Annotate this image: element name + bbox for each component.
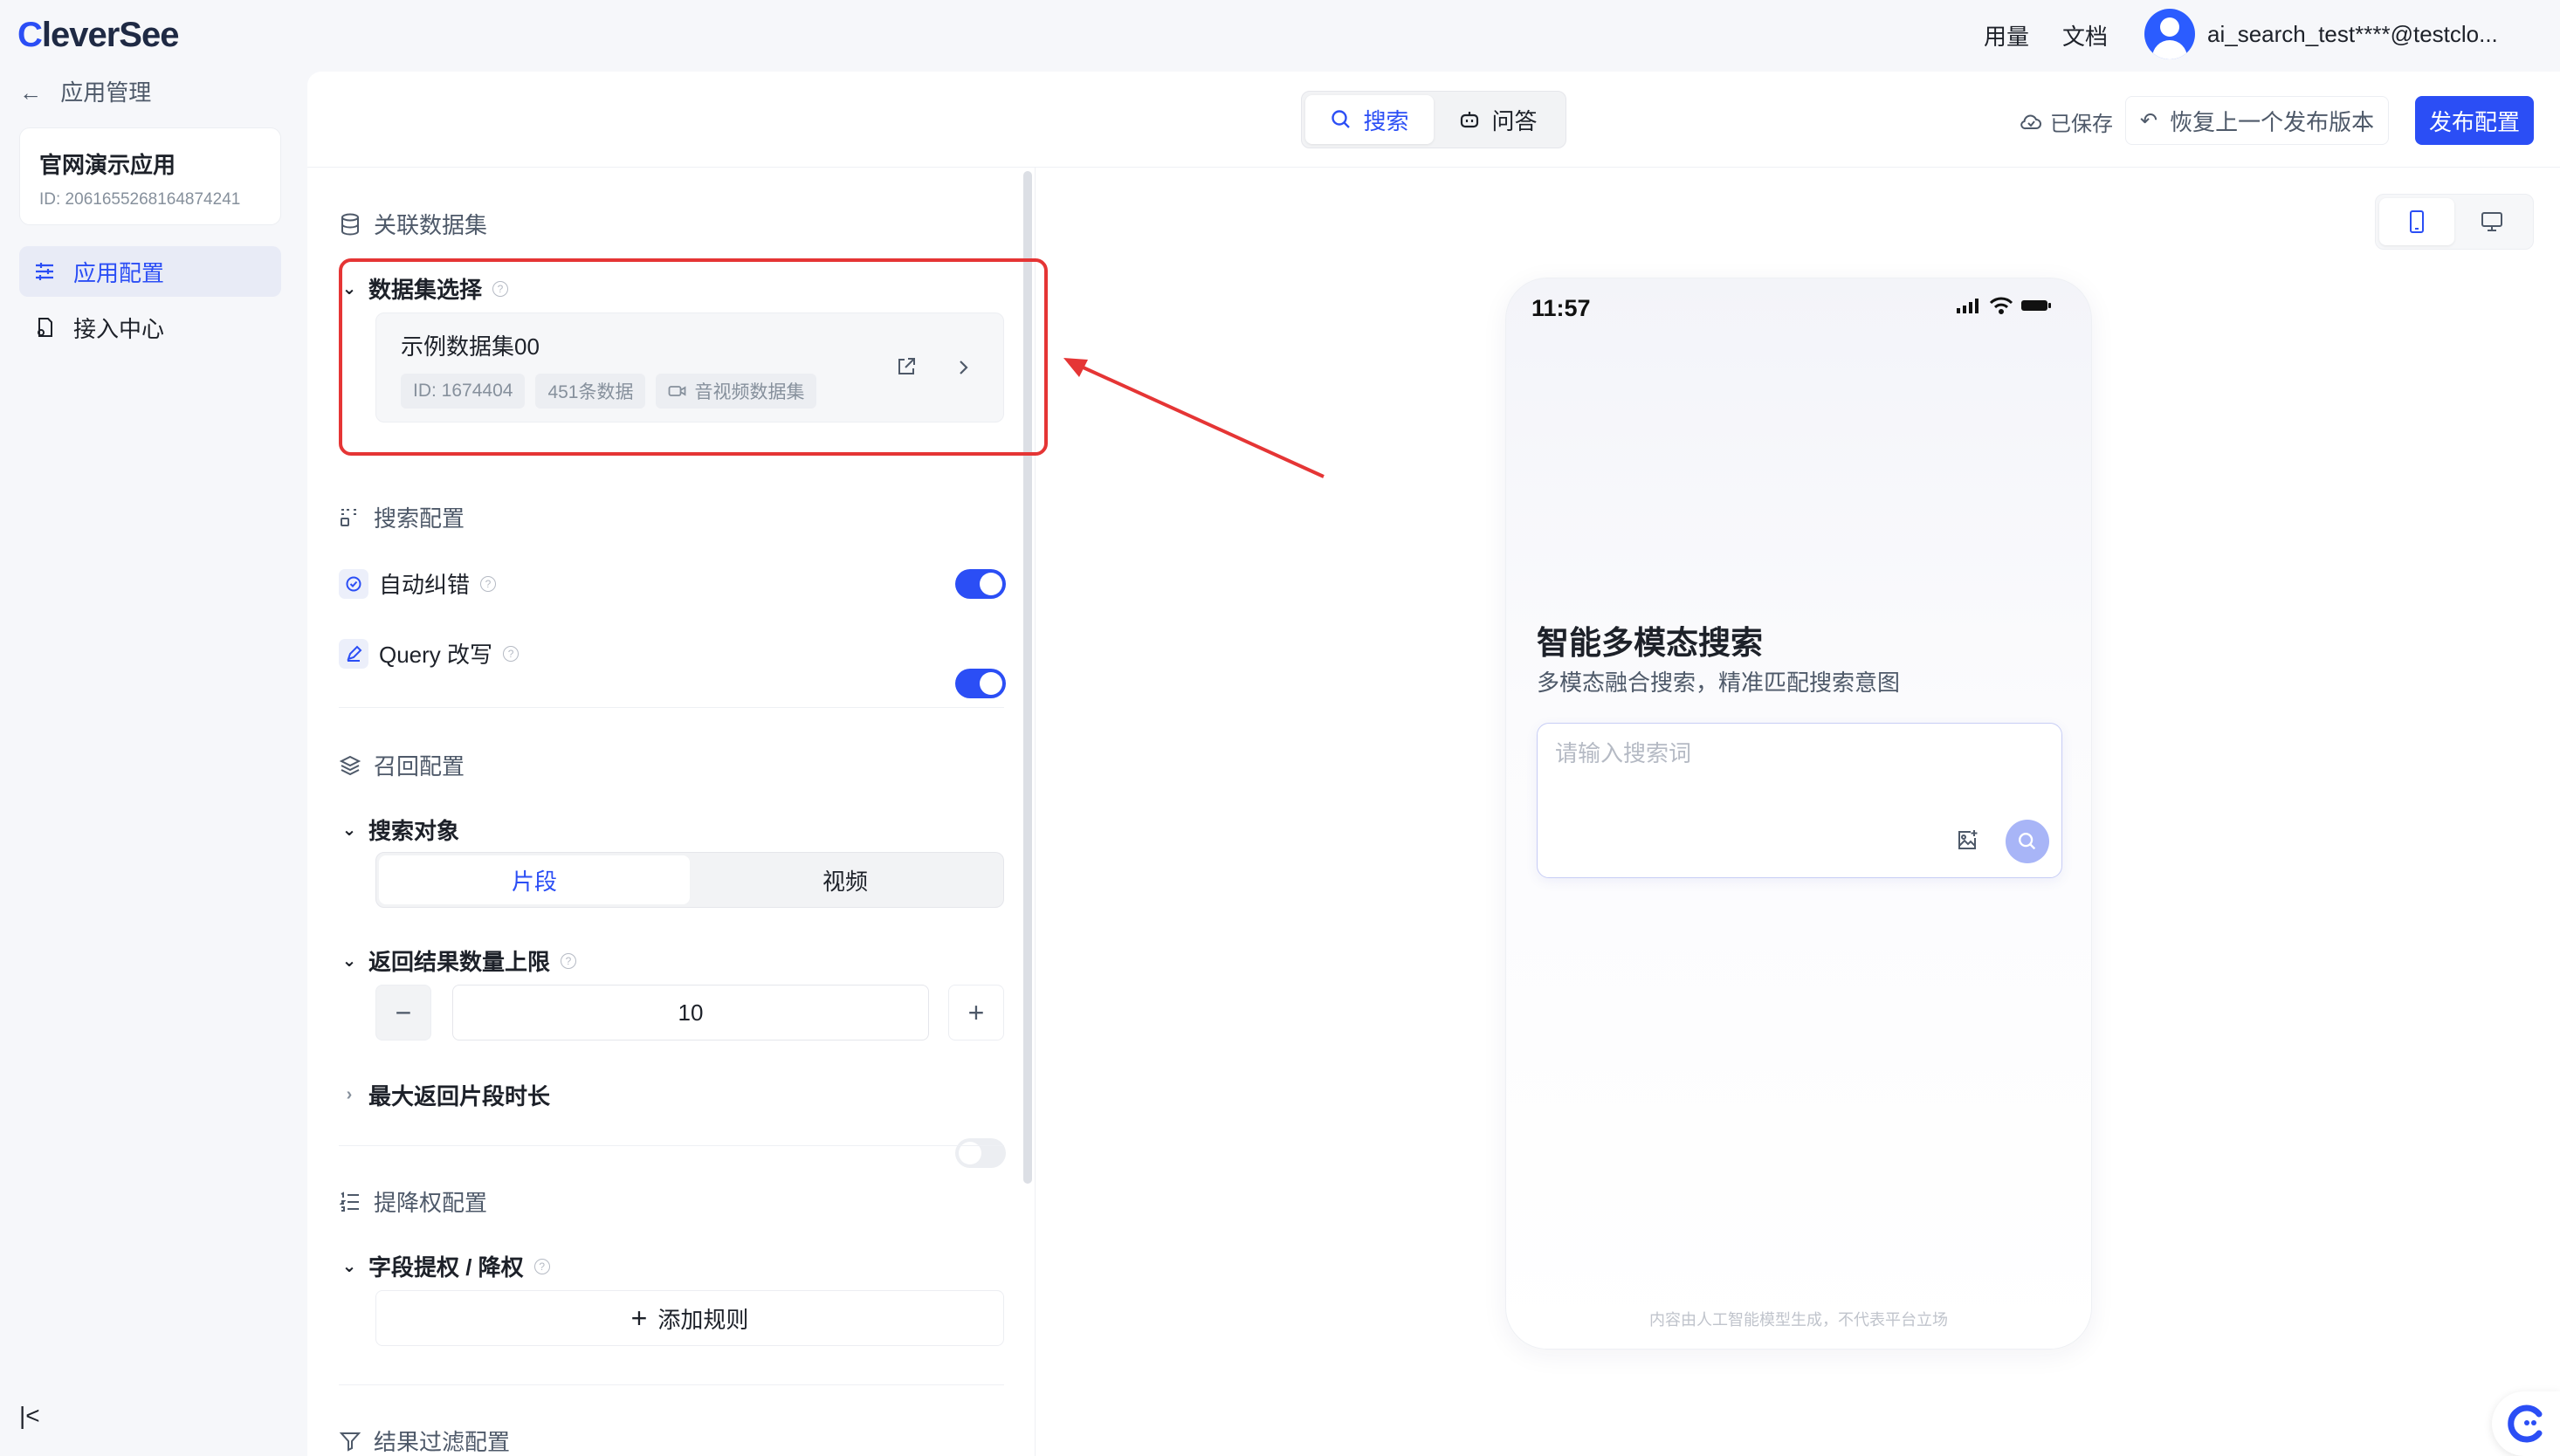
- annotation-arrow: [1063, 358, 1325, 478]
- plug-doc-icon: [31, 314, 58, 340]
- field-boost-toggle[interactable]: ⌄ 字段提权 / 降权 ?: [341, 1250, 550, 1282]
- query-rewrite-toggle[interactable]: [955, 669, 1006, 698]
- chevron-down-icon: ⌄: [341, 1257, 357, 1276]
- plus-icon: +: [630, 1301, 648, 1334]
- chevron-down-icon: ⌄: [341, 821, 357, 840]
- phone-icon: [2410, 210, 2424, 233]
- auto-correct-toggle[interactable]: [955, 569, 1006, 599]
- option-video[interactable]: 视频: [690, 855, 1001, 904]
- section-boost-config: 提降权配置: [339, 1185, 487, 1218]
- add-rule-button[interactable]: + 添加规则: [375, 1290, 1004, 1346]
- section-dataset: 关联数据集: [339, 208, 487, 240]
- list-order-icon: [339, 1191, 359, 1212]
- filter-icon: [339, 1432, 361, 1452]
- scan-icon: [341, 508, 356, 526]
- avatar[interactable]: [2144, 9, 2195, 59]
- annotation-highlight-box: [339, 258, 1048, 456]
- assistant-float-button[interactable]: [2492, 1391, 2560, 1456]
- monitor-icon: [2481, 212, 2502, 231]
- preview-title: 智能多模态搜索: [1537, 625, 1763, 661]
- status-icons: [1956, 297, 2052, 314]
- desktop-view-button[interactable]: [2454, 198, 2529, 245]
- chevron-down-icon: ⌄: [341, 951, 357, 971]
- arrow-left-icon: ←: [19, 79, 42, 106]
- result-limit-toggle[interactable]: ⌄ 返回结果数量上限 ?: [341, 944, 577, 977]
- search-icon: [2019, 833, 2036, 850]
- device-switch: [2375, 194, 2534, 250]
- divider: [339, 1145, 1004, 1146]
- layers-icon: [339, 755, 361, 775]
- sidebar-item-app-config[interactable]: 应用配置: [19, 246, 281, 297]
- auto-correct-row: 自动纠错 ?: [339, 567, 497, 600]
- divider: [339, 1384, 1004, 1385]
- app-info-card: 官网演示应用 ID: 2061655268164874241: [19, 127, 281, 225]
- search-target-segment: 片段 视频: [375, 852, 1004, 908]
- chevron-right-icon: ›: [346, 1085, 353, 1104]
- database-icon: [341, 213, 359, 236]
- mode-tabs: 搜索 问答: [1301, 91, 1566, 148]
- signal-icon: [1957, 299, 1978, 313]
- sidebar-item-access-center[interactable]: 接入中心: [19, 302, 281, 353]
- robot-icon: [1461, 112, 1479, 128]
- undo-icon: ↶: [2140, 108, 2158, 133]
- max-clip-length-switch[interactable]: [955, 1138, 1006, 1168]
- status-time: 11:57: [1531, 295, 1591, 321]
- preview-subtitle: 多模态融合搜索，精准匹配搜索意图: [1537, 670, 1901, 696]
- battery-icon: [2021, 300, 2051, 311]
- assistant-logo-icon: [2508, 1404, 2543, 1443]
- nav-usage-link[interactable]: 用量: [1984, 19, 2029, 52]
- help-icon[interactable]: ?: [503, 645, 520, 662]
- mobile-view-button[interactable]: [2379, 198, 2454, 245]
- preview-disclaimer: 内容由人工智能模型生成，不代表平台立场: [1649, 1311, 1948, 1329]
- divider: [339, 707, 1004, 708]
- cloud-check-icon: [2020, 114, 2041, 129]
- publish-config-button[interactable]: 发布配置: [2415, 96, 2534, 145]
- preview-search-input[interactable]: 请输入搜索词: [1537, 723, 2062, 878]
- result-limit-input[interactable]: 10: [452, 985, 929, 1040]
- user-account[interactable]: ai_search_test****@testclo...: [2207, 21, 2522, 48]
- section-recall-config: 召回配置: [339, 749, 465, 781]
- search-placeholder: 请输入搜索词: [1555, 740, 1692, 766]
- search-icon: [1332, 110, 1351, 128]
- help-icon[interactable]: ?: [480, 575, 497, 592]
- option-clip[interactable]: 片段: [379, 855, 690, 904]
- back-to-app-management[interactable]: ← 应用管理: [19, 75, 151, 107]
- restore-version-button[interactable]: ↶ 恢复上一个发布版本: [2125, 96, 2390, 145]
- help-icon[interactable]: ?: [533, 1258, 550, 1274]
- max-clip-length-toggle[interactable]: › 最大返回片段时长: [341, 1079, 550, 1111]
- saved-status: 已保存: [2019, 106, 2113, 137]
- app-id: ID: 2061655268164874241: [39, 190, 241, 209]
- nav-docs-link[interactable]: 文档: [2062, 19, 2108, 52]
- section-filter-config: 结果过滤配置: [339, 1425, 510, 1456]
- wifi-icon: [1989, 297, 2013, 314]
- section-search-config: 搜索配置: [339, 501, 465, 533]
- query-rewrite-row: Query 改写 ?: [339, 637, 520, 670]
- collapse-sidebar-icon[interactable]: |<: [19, 1402, 40, 1430]
- check-circle-icon: [339, 568, 368, 599]
- image-upload-icon[interactable]: [1955, 828, 1979, 853]
- app-logo[interactable]: CleverSee: [17, 16, 179, 55]
- pen-icon: [339, 638, 368, 669]
- search-target-toggle[interactable]: ⌄ 搜索对象: [341, 814, 459, 846]
- app-name: 官网演示应用: [39, 152, 176, 178]
- preview-search-button[interactable]: [2006, 820, 2049, 863]
- help-icon[interactable]: ?: [561, 952, 577, 969]
- tab-search[interactable]: 搜索: [1305, 95, 1434, 144]
- decrement-button[interactable]: −: [375, 985, 431, 1040]
- increment-button[interactable]: +: [948, 985, 1004, 1040]
- tab-qa[interactable]: 问答: [1434, 95, 1562, 144]
- sliders-icon: [31, 258, 58, 285]
